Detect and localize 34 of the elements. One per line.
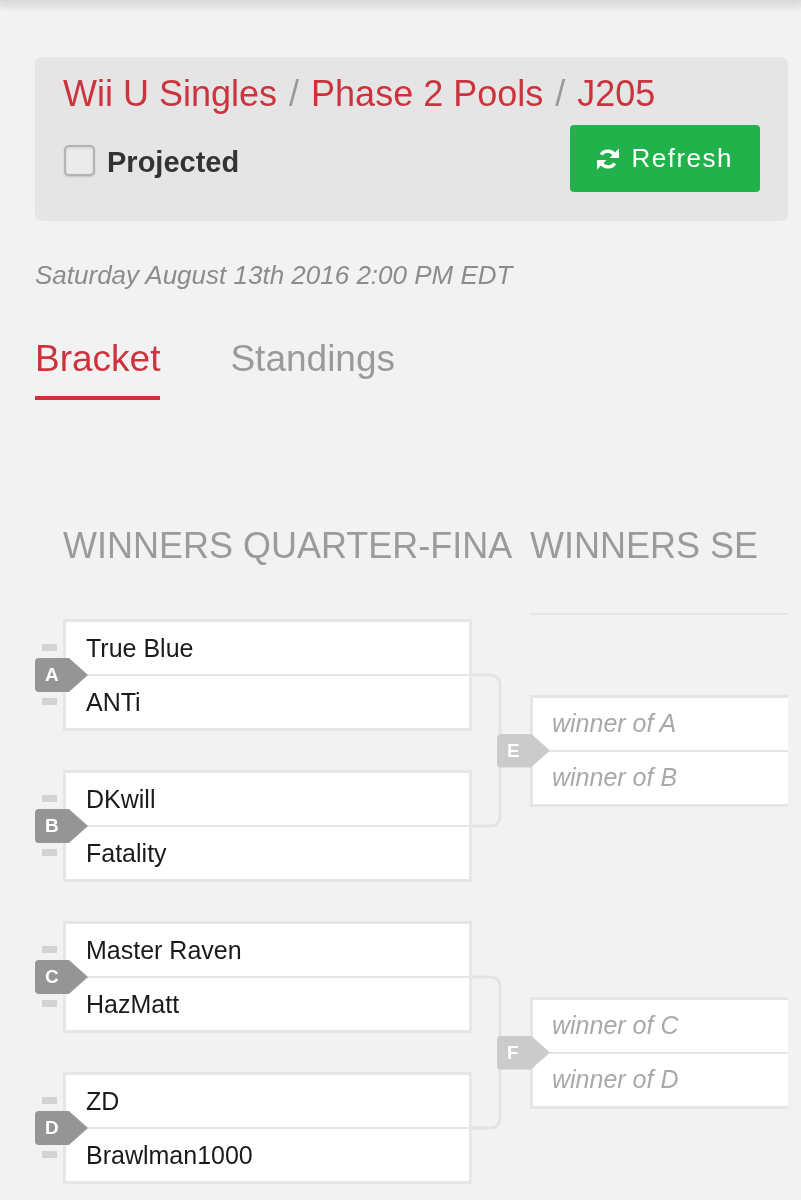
- slot-marker-icon: [42, 795, 57, 802]
- breadcrumb-separator: /: [555, 72, 566, 116]
- round-title: WINNERS QUARTER-FINA: [63, 525, 513, 566]
- placeholder-name: winner of D: [533, 1053, 788, 1106]
- placeholder-name: winner of A: [533, 697, 788, 750]
- event-date: Saturday August 13th 2016 2:00 PM EDT: [35, 260, 513, 290]
- player-name: HazMatt: [66, 978, 469, 1030]
- checkbox-label[interactable]: Projected: [107, 144, 240, 180]
- tab[interactable]: Standings: [230, 336, 395, 400]
- refresh-icon: [596, 146, 621, 171]
- player-name: DKwill: [66, 773, 469, 825]
- player-name: True Blue: [66, 622, 469, 674]
- slot-marker-icon: [42, 849, 57, 856]
- round-title: WINNERS SE: [530, 525, 759, 566]
- player-name: Fatality: [66, 827, 469, 879]
- breadcrumb-separator: /: [289, 72, 300, 116]
- player-name: Master Raven: [66, 924, 469, 976]
- player-name: ZD: [66, 1075, 469, 1127]
- slot-marker-icon: [42, 1151, 57, 1158]
- player-name: ANTi: [66, 676, 469, 728]
- placeholder-name: winner of B: [533, 751, 788, 804]
- slot-marker-icon: [42, 698, 57, 705]
- refresh-button[interactable]: Refresh: [570, 125, 760, 192]
- breadcrumb-link[interactable]: J205: [577, 71, 656, 117]
- projected-checkbox[interactable]: [64, 144, 95, 176]
- slot-marker-icon: [42, 946, 57, 953]
- tab[interactable]: Bracket: [35, 336, 161, 400]
- breadcrumb-link[interactable]: Wii U Singles: [63, 71, 278, 117]
- slot-marker-icon: [42, 1000, 57, 1007]
- slot-marker-icon: [42, 644, 57, 651]
- slot-marker-icon: [42, 1097, 57, 1104]
- breadcrumb-link[interactable]: Phase 2 Pools: [311, 71, 544, 117]
- player-name: Brawlman1000: [66, 1129, 469, 1181]
- placeholder-name: winner of C: [533, 999, 788, 1052]
